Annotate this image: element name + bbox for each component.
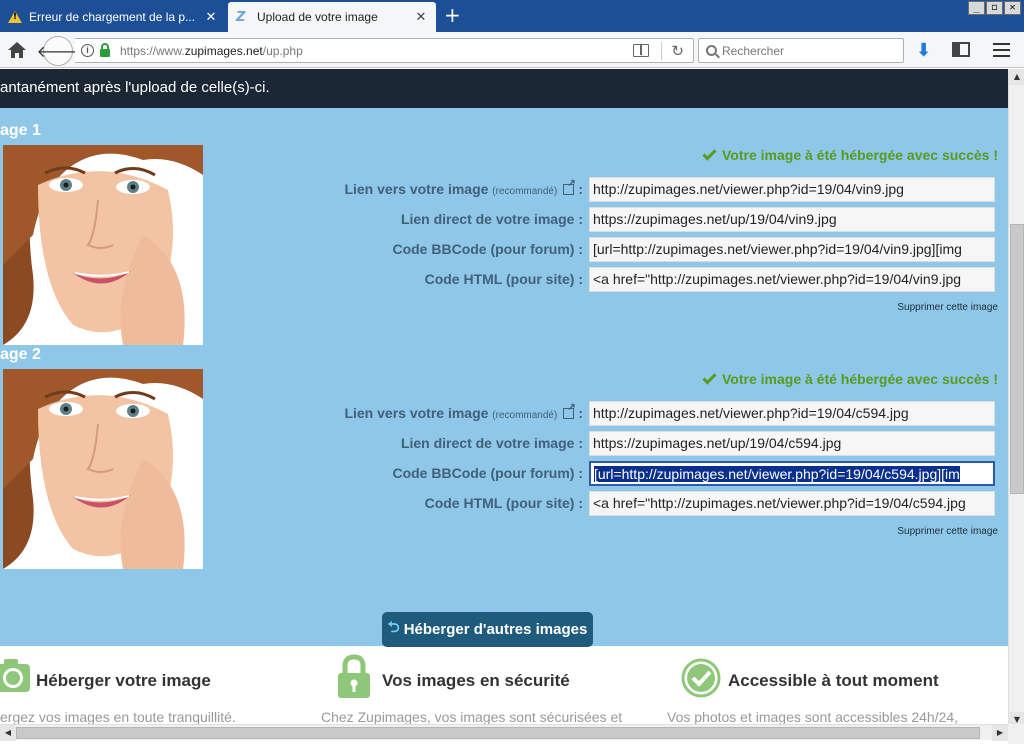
row-label-direct: Lien direct de votre image :: [400, 435, 583, 451]
row-label-link: Lien vers votre image (recommandé):: [344, 178, 583, 197]
scrollbar-thumb[interactable]: [16, 727, 980, 739]
success-text: Votre image à été hébergée avec succès !: [722, 147, 998, 163]
selected-text: [url=http://zupimages.net/viewer.php?id=…: [594, 466, 960, 482]
scrollbar-corner: [1008, 724, 1024, 744]
zupimages-icon: Z: [236, 9, 246, 25]
close-window-button[interactable]: ✕: [1004, 1, 1021, 15]
html-code-field[interactable]: <a href="http://zupimages.net/viewer.php…: [589, 491, 995, 516]
feature-text: Chez Zupimages, vos images sont sécurisé…: [321, 709, 623, 724]
scroll-left-icon[interactable]: ◀: [0, 725, 16, 741]
top-banner: antanément après l'upload de celle(s)-ci…: [0, 69, 1008, 108]
vertical-scrollbar[interactable]: ▲ ▼: [1008, 69, 1024, 728]
scroll-right-icon[interactable]: ▶: [992, 725, 1008, 741]
reload-icon[interactable]: ↻: [671, 42, 684, 60]
feature-text: ergez vos images en toute tranquillité.: [0, 709, 236, 724]
url-text[interactable]: https://www.zupimages.net/up.php: [120, 44, 303, 58]
image-heading: age 2: [0, 346, 41, 363]
back-button[interactable]: 🡐: [37, 36, 79, 66]
download-icon[interactable]: ⬇: [916, 40, 931, 61]
arrow-left-icon: 🡐: [36, 42, 80, 61]
scroll-up-icon[interactable]: ▲: [1009, 69, 1024, 85]
url-domain: zupimages.net: [184, 43, 263, 58]
url-bar[interactable]: i https://www.zupimages.net/up.php ↻: [75, 38, 694, 63]
row-label-bbcode: Code BBCode (pour forum) :: [392, 241, 583, 257]
bbcode-field[interactable]: [url=http://zupimages.net/viewer.php?id=…: [589, 461, 995, 486]
host-more-images-button[interactable]: ⮌ Héberger d'autres images: [382, 612, 593, 647]
close-tab-icon[interactable]: ✕: [204, 10, 218, 25]
direct-link-field[interactable]: https://zupimages.net/up/19/04/c594.jpg: [589, 431, 995, 456]
tab-title: Erreur de chargement de la p...: [29, 10, 196, 24]
face-photo-icon: [3, 145, 203, 345]
button-label: Héberger d'autres images: [403, 621, 588, 638]
label-text: Lien vers votre image: [344, 181, 489, 197]
row-label-bbcode: Code BBCode (pour forum) :: [392, 465, 583, 481]
external-link-icon[interactable]: [563, 178, 576, 195]
viewer-link-field[interactable]: http://zupimages.net/viewer.php?id=19/04…: [589, 177, 995, 202]
success-text: Votre image à été hébergée avec succès !: [722, 371, 998, 387]
url-path: /up.php: [262, 43, 303, 58]
tab-error-page[interactable]: Erreur de chargement de la p... ✕: [0, 2, 226, 32]
feature-title: Vos images en sécurité: [382, 671, 570, 690]
image-heading: age 1: [0, 122, 41, 139]
camera-icon: [0, 659, 30, 692]
bbcode-field[interactable]: [url=http://zupimages.net/viewer.php?id=…: [589, 237, 995, 262]
horizontal-scrollbar[interactable]: ◀ ▶: [0, 724, 1008, 741]
check-circle-icon: [681, 658, 721, 698]
search-icon: [706, 45, 717, 56]
tab-upload[interactable]: Z Upload de votre image ✕: [228, 2, 436, 32]
row-label-link: Lien vers votre image (recommandé):: [344, 402, 583, 421]
checkmark-icon: [702, 146, 717, 161]
undo-arrow-icon: ⮌: [387, 619, 400, 636]
row-label-html: Code HTML (pour site) :: [424, 271, 583, 287]
uploaded-image-thumbnail[interactable]: [3, 369, 203, 569]
success-message: Votre image à été hébergée avec succès !: [702, 146, 998, 163]
html-code-field[interactable]: <a href="http://zupimages.net/viewer.php…: [589, 267, 995, 292]
url-prefix: https://www.: [120, 43, 185, 58]
label-note: (recommandé): [492, 186, 558, 197]
external-link-icon[interactable]: [563, 402, 576, 419]
feature-title: Héberger votre image: [36, 671, 211, 690]
success-message: Votre image à été hébergée avec succès !: [702, 370, 998, 387]
label-note: (recommandé): [492, 410, 558, 421]
delete-image-link[interactable]: Supprimer cette image: [897, 526, 998, 537]
maximize-button[interactable]: ◻: [986, 1, 1003, 15]
scrollbar-thumb[interactable]: [1010, 224, 1024, 494]
hamburger-menu-icon[interactable]: [993, 43, 1010, 57]
url-separator: [661, 42, 662, 60]
search-bar[interactable]: Rechercher: [698, 38, 904, 63]
search-placeholder: Rechercher: [722, 43, 785, 58]
home-icon[interactable]: [6, 40, 28, 60]
direct-link-field[interactable]: https://zupimages.net/up/19/04/vin9.jpg: [589, 207, 995, 232]
banner-text: antanément après l'upload de celle(s)-ci…: [0, 79, 270, 96]
padlock-icon: [338, 654, 370, 698]
row-label-direct: Lien direct de votre image :: [400, 211, 583, 227]
warning-icon: [8, 11, 22, 23]
tab-strip: Erreur de chargement de la p... ✕ Z Uplo…: [0, 0, 1024, 32]
page-viewport: antanément après l'upload de celle(s)-ci…: [0, 69, 1008, 724]
sidebar-icon[interactable]: [952, 42, 970, 57]
feature-text: Vos photos et images sont accessibles 24…: [667, 709, 959, 724]
delete-image-link[interactable]: Supprimer cette image: [897, 302, 998, 313]
upload-results-panel: age 1 Votre image à été hébergée avec su…: [0, 108, 1008, 646]
lock-icon: [100, 42, 110, 57]
label-text: Lien vers votre image: [344, 405, 489, 421]
viewer-link-field[interactable]: http://zupimages.net/viewer.php?id=19/04…: [589, 401, 995, 426]
checkmark-icon: [702, 370, 717, 385]
info-icon[interactable]: i: [81, 44, 94, 57]
new-tab-button[interactable]: +: [444, 4, 461, 26]
feature-title: Accessible à tout moment: [728, 671, 939, 690]
row-label-html: Code HTML (pour site) :: [424, 495, 583, 511]
uploaded-image-thumbnail[interactable]: [3, 145, 203, 345]
navigation-bar: 🡐 i https://www.zupimages.net/up.php ↻ R…: [0, 32, 1024, 68]
close-tab-icon[interactable]: ✕: [414, 10, 428, 25]
reader-view-icon[interactable]: [633, 44, 649, 57]
tab-title: Upload de votre image: [257, 10, 378, 24]
face-photo-icon: [3, 369, 203, 569]
minimize-button[interactable]: _: [968, 1, 985, 15]
